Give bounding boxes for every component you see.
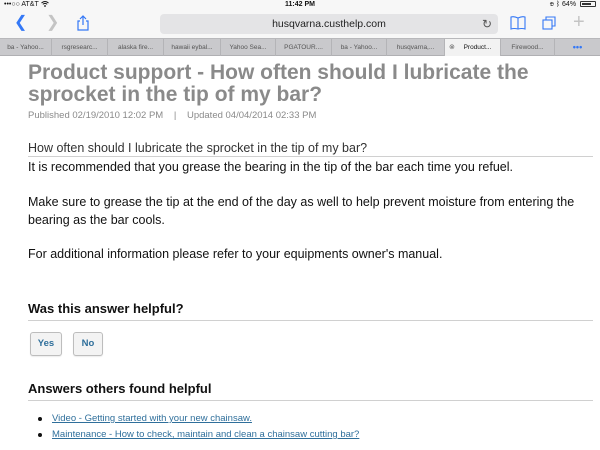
tabs-icon[interactable] (542, 16, 556, 30)
tab-item[interactable]: ba - Yahoo... (0, 39, 52, 56)
bluetooth-icon: ᛒ (555, 1, 561, 8)
related-answers-list: Video - Getting started with your new ch… (36, 411, 596, 443)
tab-item[interactable]: hawaii eybal... (164, 39, 221, 56)
battery-percent: 64% (562, 1, 577, 8)
tab-item[interactable]: PGATOUR.... (276, 39, 332, 56)
tab-item[interactable]: alaska fire... (108, 39, 164, 56)
tab-item[interactable]: rsgresearc... (52, 39, 108, 56)
tab-item[interactable]: Firewood... (501, 39, 555, 56)
helpful-heading: Was this answer helpful? (28, 301, 593, 321)
status-right: ⊕ ᛒ 64% (550, 1, 596, 8)
more-tabs-button[interactable]: ••• (555, 39, 600, 56)
close-icon[interactable]: ⊗ (449, 39, 455, 56)
url-text: husqvarna.custhelp.com (272, 18, 386, 30)
tab-item[interactable]: husqvarna,... (387, 39, 445, 56)
book-icon[interactable] (510, 16, 526, 30)
browser-toolbar: ❮ ❯ husqvarna.custhelp.com ↻ + (0, 10, 600, 38)
tab-label: Product... (463, 44, 492, 51)
tab-item[interactable]: Yahoo Sea... (221, 39, 276, 56)
status-time: 11:42 PM (285, 1, 315, 8)
battery-icon (580, 1, 596, 7)
page-content: Product support - How often should I lub… (0, 56, 600, 450)
published-date: Published 02/19/2010 12:02 PM (28, 110, 164, 121)
page-title: Product support - How often should I lub… (28, 61, 529, 106)
tab-strip: ba - Yahoo... rsgresearc... alaska fire.… (0, 38, 600, 56)
updated-date: Updated 04/04/2014 02:33 PM (186, 110, 317, 121)
address-bar[interactable]: husqvarna.custhelp.com ↻ (160, 14, 498, 34)
share-icon[interactable] (76, 15, 90, 31)
chevron-right-icon[interactable]: ❯ (46, 14, 59, 32)
plus-icon[interactable]: + (573, 12, 585, 32)
list-item[interactable]: Video - Getting started with your new ch… (36, 411, 596, 427)
reload-icon[interactable]: ↻ (482, 17, 492, 31)
list-item[interactable]: Maintenance - How to check, maintain and… (36, 427, 596, 443)
answer-paragraph: It is recommended that you grease the be… (28, 160, 514, 174)
related-link[interactable]: Maintenance - How to check, maintain and… (52, 429, 359, 440)
status-bar: •••○○ AT&T 11:42 PM ⊕ ᛒ 64% (0, 0, 600, 10)
related-link[interactable]: Video - Getting started with your new ch… (52, 413, 252, 424)
answer-paragraph: Make sure to grease the tip at the end o… (28, 195, 575, 227)
yes-button[interactable]: Yes (30, 332, 62, 356)
question-heading: How often should I lubricate the sprocke… (28, 141, 593, 157)
alarm-icon: ⊕ (549, 1, 554, 8)
tab-item-active[interactable]: ⊗ Product... (445, 39, 501, 56)
article-meta: Published 02/19/2010 12:02 PM | Updated … (28, 110, 316, 121)
meta-separator: | (173, 110, 177, 121)
related-answers-heading: Answers others found helpful (28, 381, 593, 401)
tab-item[interactable]: ba - Yahoo... (332, 39, 387, 56)
no-button[interactable]: No (73, 332, 103, 356)
answer-paragraph: For additional information please refer … (28, 247, 443, 261)
chevron-left-icon[interactable]: ❮ (14, 14, 27, 32)
